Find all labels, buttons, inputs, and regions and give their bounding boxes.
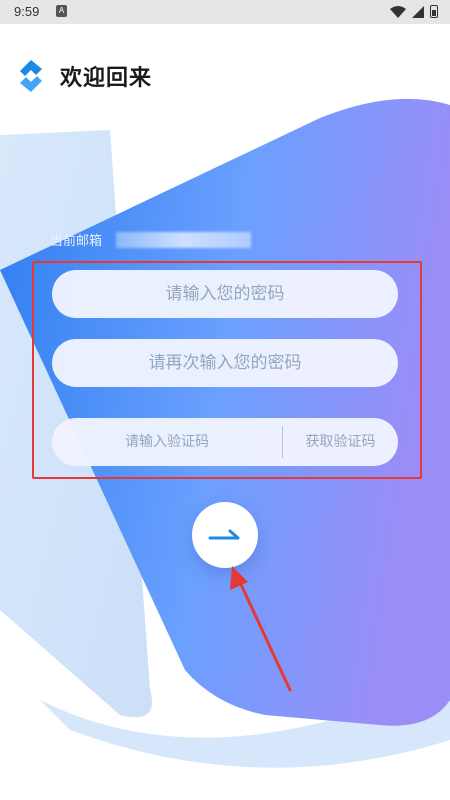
signal-icon bbox=[412, 5, 424, 18]
password-placeholder: 请输入您的密码 bbox=[165, 284, 285, 304]
page-title: 欢迎回来 bbox=[60, 66, 153, 91]
confirm-password-input[interactable]: 请再次输入您的密码 bbox=[52, 339, 398, 387]
verification-code-input[interactable]: 请输入验证码 bbox=[52, 418, 282, 466]
current-email-row: 当前邮箱 bbox=[50, 230, 252, 249]
get-code-button[interactable]: 获取验证码 bbox=[283, 418, 398, 466]
notification-icon: A bbox=[56, 5, 67, 17]
arrow-right-icon bbox=[208, 529, 240, 540]
confirm-password-placeholder: 请再次输入您的密码 bbox=[148, 353, 302, 373]
verification-code-row: 请输入验证码 获取验证码 bbox=[52, 418, 398, 466]
page-header: 欢迎回来 bbox=[16, 58, 152, 94]
next-button[interactable] bbox=[192, 502, 258, 568]
battery-icon bbox=[430, 5, 438, 18]
password-input[interactable]: 请输入您的密码 bbox=[52, 270, 398, 318]
current-email-label: 当前邮箱 bbox=[50, 234, 103, 249]
app-logo-icon bbox=[20, 60, 42, 92]
wifi-icon bbox=[390, 5, 406, 18]
status-time: 9:59 bbox=[14, 4, 40, 19]
status-bar: 9:59 A bbox=[0, 0, 450, 24]
email-redacted bbox=[116, 231, 252, 248]
